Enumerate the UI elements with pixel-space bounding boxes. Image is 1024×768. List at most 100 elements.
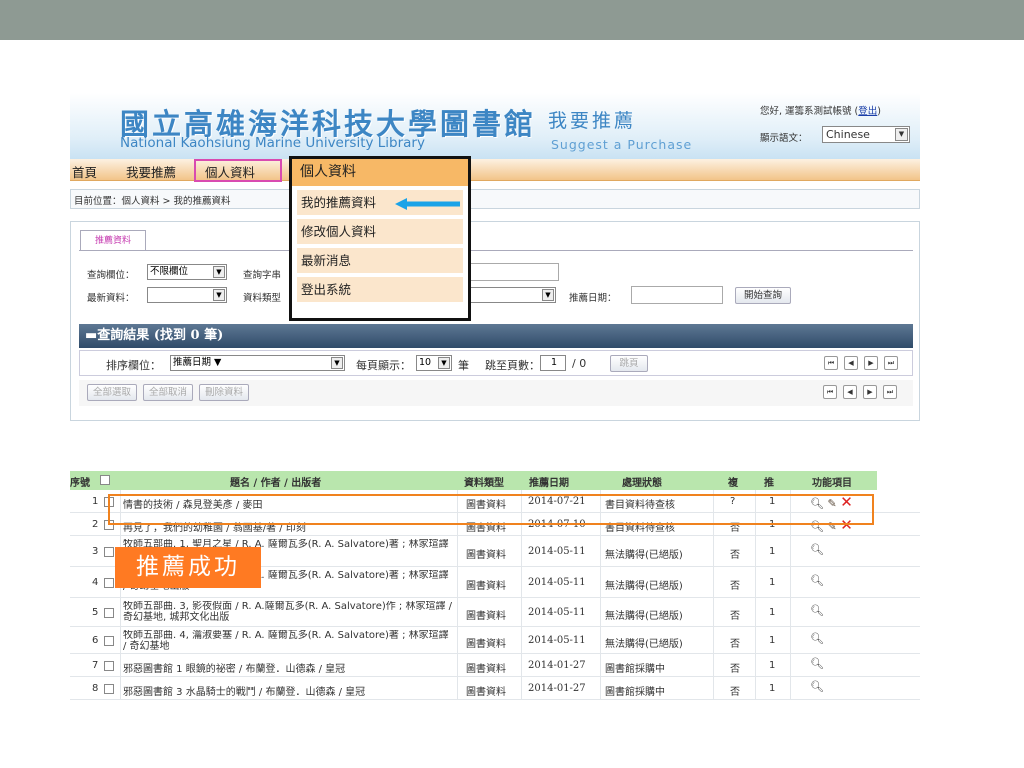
type-label: 資料類型 [243, 293, 282, 304]
table-header: 序號 題名 / 作者 / 出版者 資料類型 推薦日期 處理狀態 複 推 功能項目 [70, 471, 877, 490]
collapse-icon[interactable]: ▬ [85, 328, 97, 343]
menu-news[interactable]: 最新消息 [297, 248, 463, 273]
personal-dropdown-menu: 個人資料 我的推薦資料 修改個人資料 最新消息 登出系統 [289, 156, 471, 321]
row-actions: 🔍︎ [810, 543, 824, 556]
chevron-down-icon[interactable]: ▼ [895, 128, 908, 141]
field-select[interactable]: 不限欄位 ▼ [147, 264, 227, 280]
sort-label: 排序欄位： [106, 359, 161, 372]
chevron-down-icon[interactable]: ▼ [542, 289, 554, 301]
page-subtitle-en: Suggest a Purchase [551, 137, 693, 152]
next-page-icon[interactable]: ▶ [863, 385, 877, 399]
menu-logout[interactable]: 登出系統 [297, 277, 463, 302]
prev-page-icon[interactable]: ◀ [843, 385, 857, 399]
nav-home[interactable]: 首頁 [72, 162, 97, 181]
row-number: 3 [92, 546, 99, 557]
row-checkbox[interactable] [104, 608, 114, 618]
col-date: 推薦日期 [529, 478, 569, 489]
row-dup: 否 [730, 611, 740, 622]
magnifier-icon[interactable]: 🔍︎ [810, 604, 824, 617]
magnifier-icon[interactable]: 🔍︎ [810, 657, 824, 670]
row-rec: 1 [769, 546, 776, 557]
row-date: 2014-05-11 [528, 577, 586, 588]
deselect-all-button[interactable]: 全部取消 [143, 384, 193, 401]
menu-edit-profile[interactable]: 修改個人資料 [297, 219, 463, 244]
select-all-checkbox[interactable] [100, 475, 110, 485]
search-button[interactable]: 開始查詢 [735, 287, 791, 304]
row-checkbox[interactable] [104, 636, 114, 646]
last-page-icon[interactable]: ⏭ [884, 356, 898, 370]
row-rec: 1 [769, 683, 776, 694]
results-header: ▬查詢結果 (找到 0 筆) [79, 324, 913, 348]
first-page-icon[interactable]: ⏮ [824, 356, 838, 370]
row-number: 4 [92, 577, 99, 588]
library-title-en[interactable]: National Kaohsiung Marine University Lib… [120, 135, 425, 151]
jump-label: 跳至頁數： [485, 359, 540, 372]
field-label: 查詢欄位： [87, 270, 135, 281]
chevron-down-icon[interactable]: ▼ [213, 289, 225, 301]
row-type: 圖書資料 [466, 581, 506, 592]
row-date: 2014-05-11 [528, 607, 586, 618]
language-select[interactable]: Chinese ▼ [822, 126, 910, 143]
row-rec: 1 [769, 660, 776, 671]
user-greeting: 您好, 運籌系測試帳號 (登出) [760, 103, 881, 117]
results-title: 查詢結果 (找到 0 筆) [97, 328, 224, 343]
new-row-highlight [108, 494, 874, 525]
chevron-down-icon[interactable]: ▼ [331, 357, 343, 369]
table-row: 5 牧師五部曲. 3, 影夜假面 / R. A.薩爾瓦多(R. A. Salvat… [70, 598, 920, 627]
chevron-down-icon[interactable]: ▼ [213, 266, 225, 278]
first-page-icon[interactable]: ⏮ [823, 385, 837, 399]
magnifier-icon[interactable]: 🔍︎ [810, 632, 824, 645]
col-title: 題名 / 作者 / 出版者 [230, 478, 322, 489]
magnifier-icon[interactable]: 🔍︎ [810, 680, 824, 693]
magnifier-icon[interactable]: 🔍︎ [810, 543, 824, 556]
query-panel: 推薦資料 查詢欄位： 不限欄位 ▼ 查詢字串 最新資料： ▼ 資料類型 ▼ 推薦日… [70, 221, 920, 421]
last-page-icon[interactable]: ⏭ [883, 385, 897, 399]
row-rec: 1 [769, 577, 776, 588]
row-number: 1 [92, 496, 99, 507]
row-status: 無法購得(已絕版) [605, 550, 683, 561]
latest-select[interactable]: ▼ [147, 287, 227, 303]
row-title[interactable]: 牧師五部曲. 3, 影夜假面 / R. A.薩爾瓦多(R. A. Salvato… [123, 601, 453, 623]
row-title[interactable]: 牧師五部曲. 4, 瀹淑要塞 / R. A. 薩爾瓦多(R. A. Salvat… [123, 630, 453, 652]
sort-select[interactable]: 推薦日期 ▼ ▼ [170, 355, 345, 371]
jump-page-input[interactable]: 1 [540, 355, 566, 371]
col-status: 處理狀態 [622, 478, 662, 489]
tab-recommend-data[interactable]: 推薦資料 [80, 230, 146, 250]
jump-button[interactable]: 跳頁 [610, 355, 648, 372]
row-checkbox[interactable] [104, 661, 114, 671]
row-type: 圖書資料 [466, 687, 506, 698]
row-title[interactable]: 邪惡圖書館 1 眼鏡的祕密 / 布蘭登．山德森 / 皇冠 [123, 660, 453, 675]
delete-button[interactable]: 刪除資料 [199, 384, 249, 401]
menu-head[interactable]: 個人資料 [292, 159, 468, 186]
row-checkbox[interactable] [104, 684, 114, 694]
row-number: 6 [92, 635, 99, 646]
row-dup: 否 [730, 639, 740, 650]
breadcrumb: 目前位置：個人資料 > 我的推薦資料 [70, 189, 920, 209]
select-all-button[interactable]: 全部選取 [87, 384, 137, 401]
table-row: 7 邪惡圖書館 1 眼鏡的祕密 / 布蘭登．山德森 / 皇冠 圖書資料 2014-01… [70, 654, 920, 677]
per-page-select[interactable]: 10 ▼ [416, 355, 452, 371]
chevron-down-icon[interactable]: ▼ [438, 357, 450, 369]
prev-page-icon[interactable]: ◀ [844, 356, 858, 370]
row-checkbox[interactable] [104, 547, 114, 557]
nav-recommend[interactable]: 我要推薦 [126, 162, 176, 181]
page-subtitle-zh: 我要推薦 [548, 110, 637, 132]
row-checkbox[interactable] [104, 578, 114, 588]
logout-link[interactable]: 登出 [858, 106, 877, 117]
date-input[interactable] [631, 286, 723, 304]
row-type: 圖書資料 [466, 639, 506, 650]
date-label: 推薦日期： [569, 293, 617, 304]
latest-label: 最新資料： [87, 293, 135, 304]
row-dup: 否 [730, 581, 740, 592]
row-status: 無法購得(已絕版) [605, 639, 683, 650]
row-number: 8 [92, 683, 99, 694]
row-title[interactable]: 邪惡圖書館 3 水晶騎士的戰鬥 / 布蘭登．山德森 / 皇冠 [123, 683, 453, 698]
per-page-value: 10 [419, 357, 432, 368]
next-page-icon[interactable]: ▶ [864, 356, 878, 370]
row-number: 2 [92, 519, 99, 530]
magnifier-icon[interactable]: 🔍︎ [810, 574, 824, 587]
per-page-label: 每頁顯示： [356, 359, 411, 372]
row-number: 5 [92, 607, 99, 618]
row-status: 無法購得(已絕版) [605, 581, 683, 592]
slide-top-bar [0, 0, 1024, 40]
